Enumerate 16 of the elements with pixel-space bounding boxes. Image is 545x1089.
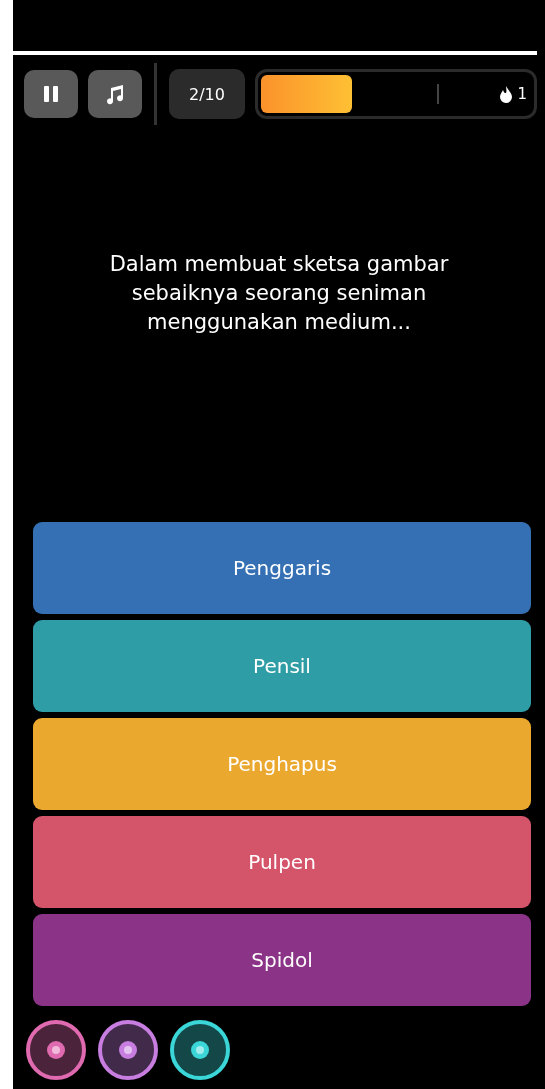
pause-button[interactable] bbox=[24, 70, 78, 118]
question-counter: 2/10 bbox=[169, 69, 245, 119]
answer-option[interactable]: Penghapus bbox=[33, 718, 531, 810]
powerup-button[interactable] bbox=[26, 1020, 86, 1080]
powerup-button[interactable] bbox=[98, 1020, 158, 1080]
answer-option[interactable]: Pensil bbox=[33, 620, 531, 712]
music-note-icon bbox=[104, 83, 126, 105]
streak-count: 1 bbox=[517, 85, 527, 103]
answer-option[interactable]: Pulpen bbox=[33, 816, 531, 908]
flame-icon bbox=[499, 85, 514, 103]
powerup-button[interactable] bbox=[170, 1020, 230, 1080]
answer-option[interactable]: Spidol bbox=[33, 914, 531, 1006]
music-button[interactable] bbox=[88, 70, 142, 118]
question-text: Dalam membuat sketsa gambar sebaiknya seorang seniman menggunakan medium... bbox=[108, 251, 450, 336]
pause-icon bbox=[41, 84, 61, 104]
answer-option[interactable]: Penggaris bbox=[33, 522, 531, 614]
